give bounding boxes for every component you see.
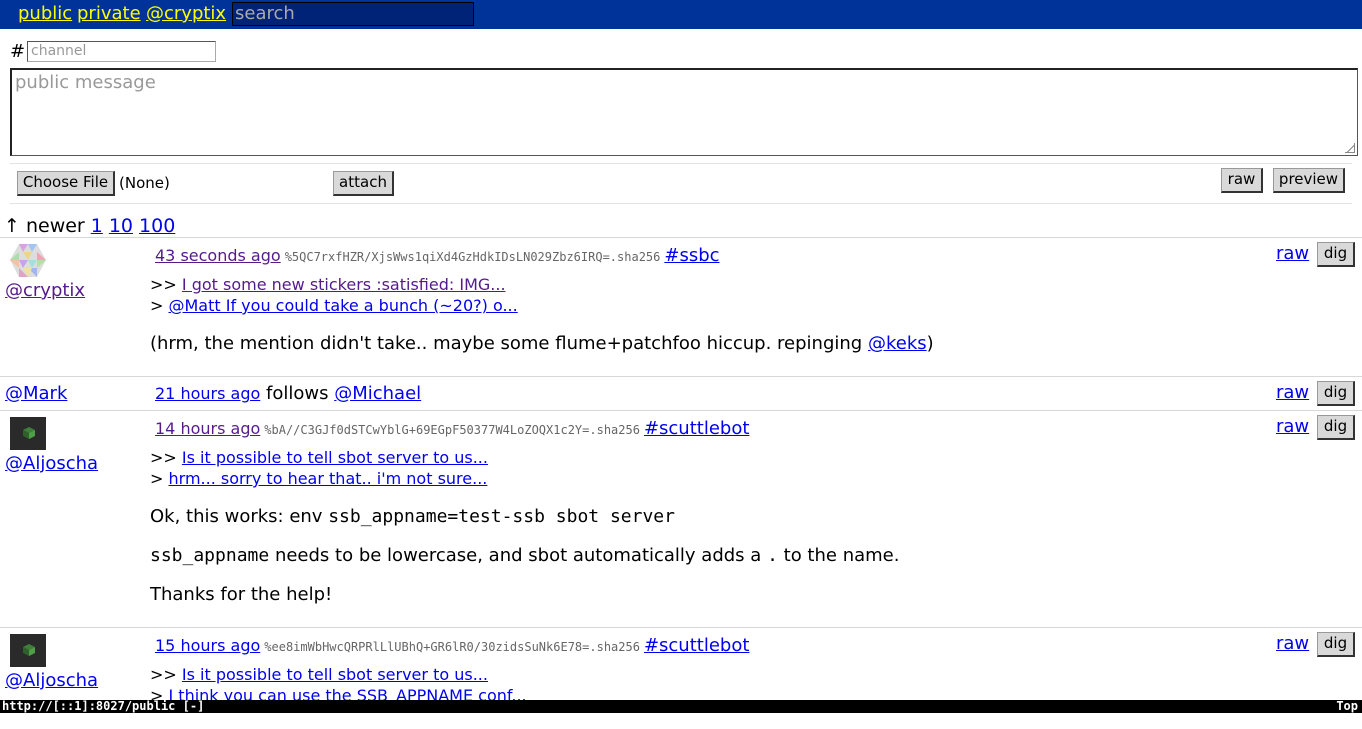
timestamp-link[interactable]: 43 seconds ago [155,246,281,265]
dig-button[interactable]: dig [1317,632,1355,657]
body-text: Ok, this works: env [150,506,323,527]
choose-file-button[interactable]: Choose File [17,171,115,196]
divider [10,203,1352,204]
timestamp-link[interactable]: 15 hours ago [155,636,260,655]
author-link[interactable]: @Aljoscha [5,670,98,691]
raw-link[interactable]: raw [1276,416,1309,437]
message-placeholder: public message [15,72,156,93]
quote-prefix: >> [150,275,177,294]
message-separator [0,237,1362,238]
avatar[interactable] [10,244,46,277]
timestamp-link[interactable]: 21 hours ago [155,384,260,403]
search-input[interactable]: search [232,2,474,26]
scroll-position: Top [1336,699,1358,713]
nav-self-link[interactable]: @cryptix [146,3,226,24]
pager-link-100[interactable]: 100 [139,215,175,237]
channel-input[interactable]: channel [27,41,216,62]
quote-prefix: > [150,469,164,488]
preview-button[interactable]: preview [1273,168,1345,193]
quote-link[interactable]: @Matt If you could take a bunch (~20?) o… [169,296,518,315]
author-link[interactable]: @cryptix [5,280,85,301]
quote-line: > @Matt If you could take a bunch (~20?)… [150,296,518,315]
quote-prefix: >> [150,665,177,684]
author-link[interactable]: @Mark [5,383,67,404]
quote-line: >> Is it possible to tell sbot server to… [150,448,488,467]
nav-private-link[interactable]: private [77,3,141,24]
channel-link[interactable]: #scuttlebot [644,418,749,439]
avatar[interactable] [10,417,46,450]
avatar[interactable] [10,634,46,667]
quote-prefix: >> [150,448,177,467]
dig-button[interactable]: dig [1317,242,1355,267]
attach-button[interactable]: attach [333,171,394,196]
pager-link-1[interactable]: 1 [91,215,103,237]
top-navbar: public private @cryptix search [0,0,1362,29]
message-body-line: Ok, this works: env ssb_appname=test-ssb… [150,506,675,527]
newer-label: ↑ newer [4,215,85,237]
status-bar: http://[::1]:8027/public [-] Top [0,700,1362,713]
pager-link-10[interactable]: 10 [109,215,133,237]
quote-line: >> Is it possible to tell sbot server to… [150,665,488,684]
follow-verb: follows [266,383,329,404]
resize-grip-icon[interactable] [1345,143,1355,153]
body-text: needs to be lowercase, and sbot automati… [274,545,762,566]
message-separator [0,410,1362,411]
channel-link[interactable]: #scuttlebot [644,635,749,656]
nav-public-link[interactable]: public [18,3,72,24]
quote-link[interactable]: Is it possible to tell sbot server to us… [182,665,488,684]
inline-code: . [767,545,778,566]
author-link[interactable]: @Aljoscha [5,453,98,474]
mention-link[interactable]: @keks [868,333,927,354]
timestamp-link[interactable]: 14 hours ago [155,419,260,438]
message-textarea[interactable]: public message [10,68,1358,156]
quote-line: >> I got some new stickers :satisfied: I… [150,275,506,294]
quote-link[interactable]: hrm... sorry to hear that.. i'm not sure… [169,469,488,488]
channel-link[interactable]: #ssbc [664,245,719,266]
message-id: %ee8imWbHwcQRPRlLlUBhQ+GR6lR0/30zidsSuNk… [264,640,640,654]
body-text: ) [926,333,934,354]
message-header: 15 hours ago %ee8imWbHwcQRPRlLlUBhQ+GR6lR… [155,635,749,656]
body-text: (hrm, the mention didn't take.. maybe so… [150,333,863,354]
divider [10,163,1352,164]
inline-code: ssb_appname=test-ssb sbot server [328,506,675,527]
body-text: to the name. [783,545,900,566]
status-url: http://[::1]:8027/public [-] [2,699,205,713]
file-status: (None) [119,174,170,192]
message-separator [0,376,1362,377]
raw-link[interactable]: raw [1276,633,1309,654]
quote-line: > hrm... sorry to hear that.. i'm not su… [150,469,487,488]
message-body-line: ssb_appname needs to be lowercase, and s… [150,545,899,566]
message-header: 14 hours ago %bA//C3GJf0dSTCwYblG+69EGpF5… [155,418,749,439]
message-separator [0,627,1362,628]
quote-prefix: > [150,296,164,315]
raw-link[interactable]: raw [1276,382,1309,403]
message-header: 21 hours ago follows @Michael [155,383,421,404]
dig-button[interactable]: dig [1317,415,1355,440]
raw-link[interactable]: raw [1276,243,1309,264]
follow-target-link[interactable]: @Michael [334,383,421,404]
bottom-strip [0,713,1362,729]
message-id: %5QC7rxfHZR/XjsWws1qiXd4GzHdkIDsLN029Zbz… [284,250,661,264]
quote-link[interactable]: I got some new stickers :satisfied: IMG.… [182,275,506,294]
quote-link[interactable]: Is it possible to tell sbot server to us… [182,448,488,467]
dig-button[interactable]: dig [1317,381,1355,406]
message-body-line: Thanks for the help! [150,584,333,605]
pager: ↑ newer 1 10 100 [4,215,175,237]
channel-hash-label: # [10,41,26,62]
raw-compose-button[interactable]: raw [1221,168,1263,193]
message-header: 43 seconds ago %5QC7rxfHZR/XjsWws1qiXd4Gz… [155,245,720,266]
inline-code: ssb_appname [150,545,270,566]
message-id: %bA//C3GJf0dSTCwYblG+69EGpF50377W4LoZOQX… [264,423,640,437]
message-body: (hrm, the mention didn't take.. maybe so… [150,333,934,354]
